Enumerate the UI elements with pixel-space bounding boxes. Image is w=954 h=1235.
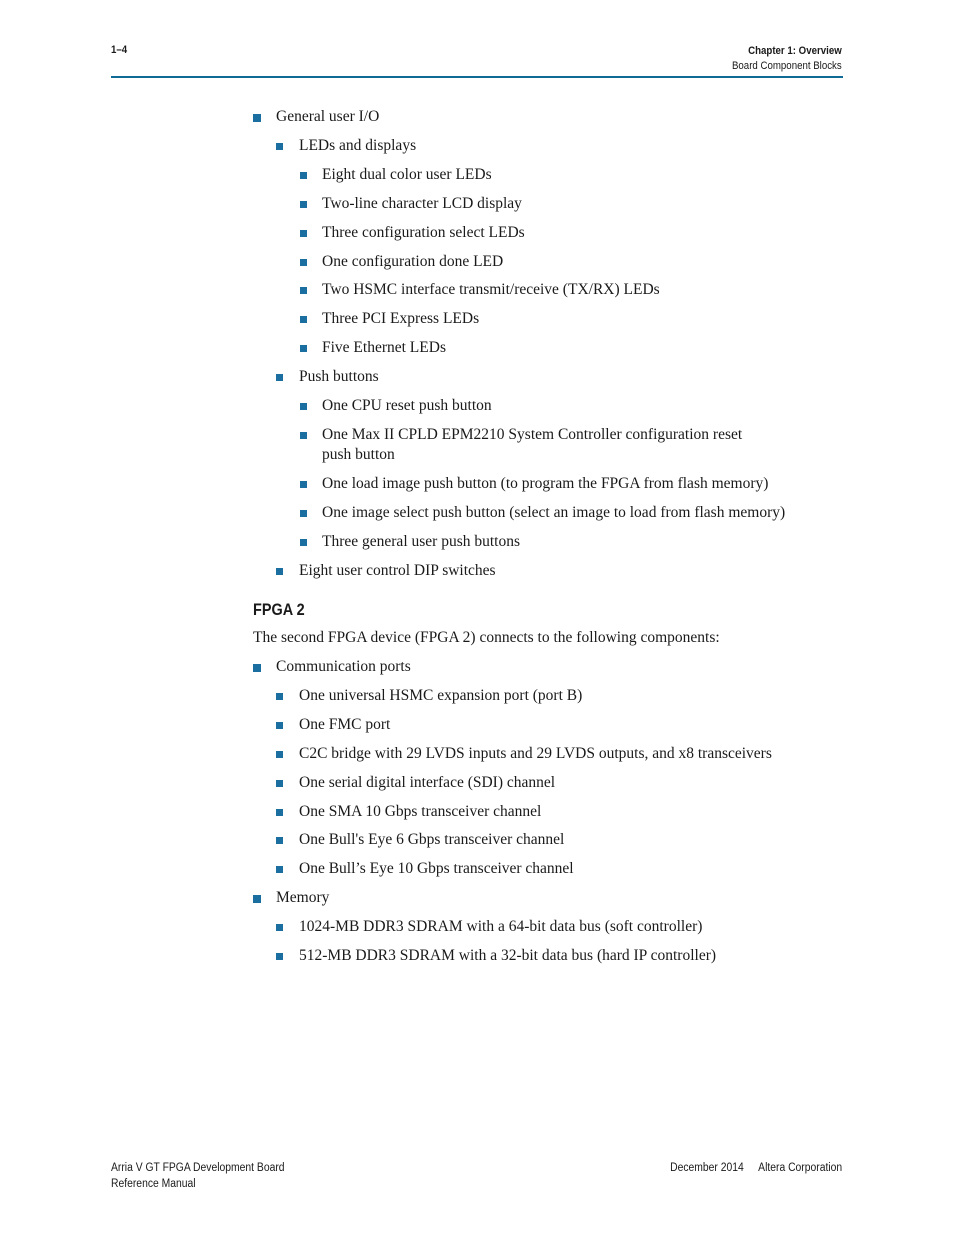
list-item: One serial digital interface (SDI) chann… [276,773,556,793]
section-heading-fpga2: FPGA 2 [253,600,305,619]
square-bullet-icon [300,345,307,353]
square-bullet-icon [300,229,307,237]
list-item: Communication ports [253,657,411,677]
list-item-text: Five Ethernet LEDs [322,339,446,357]
list-item-text: One SMA 10 Gbps transceiver channel [299,802,542,820]
square-bullet-icon [300,287,307,295]
list-item-text: One Bull's Eye 6 Gbps transceiver channe… [299,831,565,849]
list-item: One Bull's Eye 6 Gbps transceiver channe… [276,830,565,850]
list-item: One FMC port [276,715,391,735]
list-item: Three PCI Express LEDs [300,309,480,329]
header-rule [111,76,843,78]
list-item-text: 1024-MB DDR3 SDRAM with a 64-bit data bu… [299,918,703,936]
footer-date: December 2014 [669,1162,744,1174]
footer-left: Arria V GT FPGA Development Board Refere… [111,1160,285,1192]
list-item: One SMA 10 Gbps transceiver channel [276,802,542,822]
list-item-text: Eight dual color user LEDs [322,165,492,183]
square-bullet-icon [276,866,283,874]
list-item-text: Push buttons [299,368,379,386]
square-bullet-icon [300,258,307,266]
square-bullet-icon [276,750,283,758]
list-item-text: Two HSMC interface transmit/receive (TX/… [322,281,660,299]
list-item: Eight dual color user LEDs [300,165,492,185]
list-item: One load image push button (to program t… [300,474,769,494]
list-item-text: One universal HSMC expansion port (port … [299,686,583,704]
list-item: One Bull’s Eye 10 Gbps transceiver chann… [276,859,574,879]
list-item: One image select push button (select an … [300,503,786,523]
list-item-text: Three PCI Express LEDs [322,310,480,328]
list-item-text: LEDs and displays [299,136,417,154]
header-right: Chapter 1: Overview Board Component Bloc… [717,44,842,74]
list-item-text: One Max II CPLD EPM2210 System Controlle… [322,425,743,443]
square-bullet-icon [276,808,283,816]
square-bullet-icon [300,509,307,517]
square-bullet-icon [276,953,283,960]
square-bullet-icon [253,114,261,122]
list-item: Eight user control DIP switches [276,561,496,581]
list-item: One universal HSMC expansion port (port … [276,686,583,706]
square-bullet-icon [300,431,307,439]
list-item: One configuration done LED [300,252,504,272]
footer-doc-title: Arria V GT FPGA Development Board [111,1162,285,1174]
footer-doc-subtitle: Reference Manual [111,1178,196,1190]
list-item-text: Eight user control DIP switches [299,561,496,579]
square-bullet-icon [300,403,307,410]
list-item: Five Ethernet LEDs [300,338,446,358]
list-item-text: C2C bridge with 29 LVDS inputs and 29 LV… [299,744,772,762]
list-item: LEDs and displays [276,136,417,156]
list-item-text: Three general user push buttons [322,532,520,550]
list-item: Two HSMC interface transmit/receive (TX/… [300,280,660,300]
list-item-text: One FMC port [299,715,391,733]
list-item-text: One configuration done LED [322,252,504,270]
list-item-text: Communication ports [276,658,411,675]
list-item-text: Two-line character LCD display [322,194,522,212]
list-item: Memory [253,888,330,908]
section-title: Board Component Blocks [732,60,842,72]
list-item: 512-MB DDR3 SDRAM with a 32-bit data bus… [276,946,717,966]
square-bullet-icon [300,200,307,208]
square-bullet-icon [253,895,261,904]
square-bullet-icon [276,374,283,382]
square-bullet-icon [253,664,261,672]
list-item: General user I/O [253,107,380,127]
list-item-text: Memory [276,889,330,907]
list-item: Three general user push buttons [300,532,520,552]
footer-company: Altera Corporation [758,1162,842,1174]
list-item: C2C bridge with 29 LVDS inputs and 29 LV… [276,744,772,764]
list-item: One CPU reset push button [300,396,492,416]
list-item: Two-line character LCD display [300,194,522,214]
footer-right: December 2014 Altera Corporation [670,1160,842,1176]
list-item-text: Three configuration select LEDs [322,223,525,241]
list-item: Three configuration select LEDs [300,223,525,243]
square-bullet-icon [276,567,283,575]
list-item-text: General user I/O [276,108,380,125]
list-item-text: One serial digital interface (SDI) chann… [299,773,556,791]
square-bullet-icon [276,142,283,150]
list-item-text-continued: push button [322,445,395,463]
square-bullet-icon [276,779,283,787]
square-bullet-icon [276,692,283,700]
list-item-text: One Bull’s Eye 10 Gbps transceiver chann… [299,860,574,878]
list-item: One Max II CPLD EPM2210 System Controlle… [300,425,743,465]
fpga2-intro: The second FPGA device (FPGA 2) connects… [253,629,720,646]
square-bullet-icon [276,721,283,729]
page-number: 1–4 [111,44,128,56]
square-bullet-icon [300,480,307,488]
square-bullet-icon [300,171,307,179]
list-item-text: One image select push button (select an … [322,503,786,521]
list-item: Push buttons [276,367,379,387]
list-item: 1024-MB DDR3 SDRAM with a 64-bit data bu… [276,917,703,937]
list-item-text: One CPU reset push button [322,397,492,414]
chapter-title: Chapter 1: Overview [748,45,842,57]
square-bullet-icon [300,316,307,324]
list-item-text: 512-MB DDR3 SDRAM with a 32-bit data bus… [299,947,717,964]
square-bullet-icon [300,538,307,546]
square-bullet-icon [276,837,283,845]
list-item-text: One load image push button (to program t… [322,474,769,492]
square-bullet-icon [276,924,283,932]
